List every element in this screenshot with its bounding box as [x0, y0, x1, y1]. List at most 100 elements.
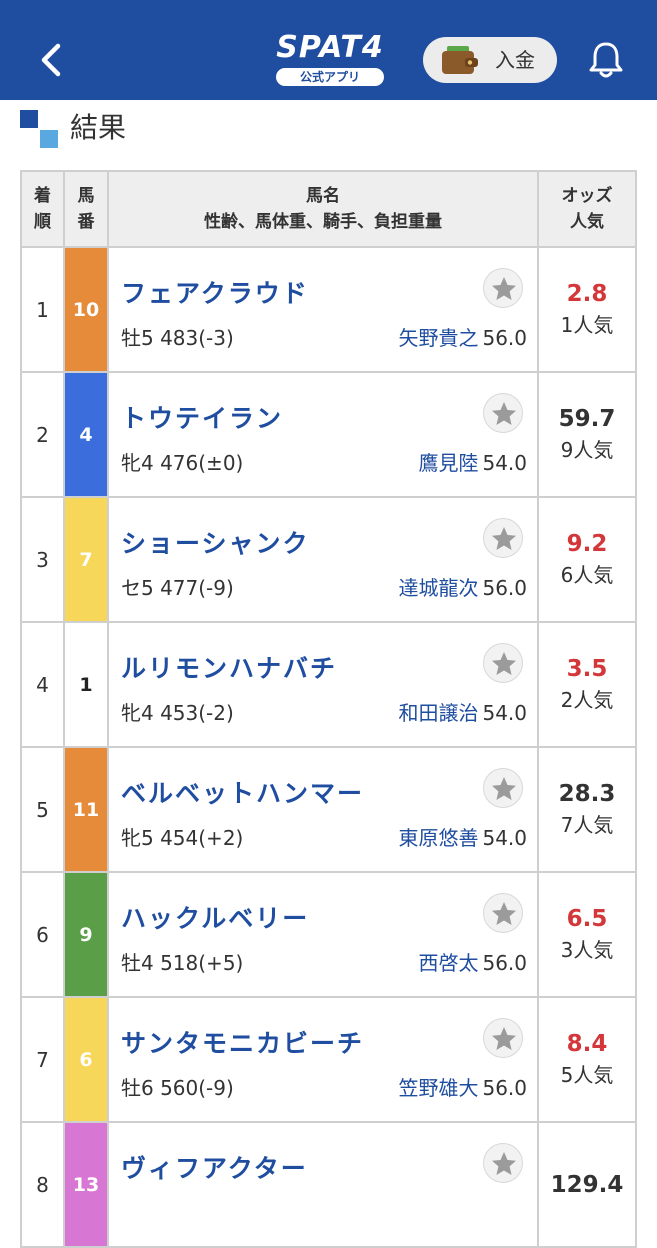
header-name-line1: 馬名	[306, 186, 340, 206]
popularity-rank: 6人気	[560, 562, 614, 587]
popularity-rank: 9人気	[560, 437, 614, 462]
win-odds: 59.7	[558, 405, 616, 432]
star-icon	[492, 652, 516, 675]
header-name: 馬名 性齢、馬体重、騎手、負担重量	[107, 170, 539, 248]
jockey-name-link[interactable]: 矢野貴之	[398, 326, 478, 350]
spat4-logo: SPAT4 公式アプリ	[272, 30, 388, 88]
star-icon	[492, 277, 516, 300]
favorite-star-button[interactable]	[483, 1143, 523, 1183]
popularity-rank: 5人気	[560, 1062, 614, 1087]
horse-info-cell: ベルベットハンマー牝5 454(+2) 東原悠善 54.0	[107, 746, 539, 873]
popularity-rank: 2人気	[560, 687, 614, 712]
header-odds-line1: オッズ	[561, 186, 613, 206]
jockey-name-link[interactable]: 和田譲治	[398, 701, 478, 725]
carried-weight: 56.0	[482, 1076, 527, 1100]
finish-position: 4	[20, 621, 65, 748]
win-odds: 9.2	[566, 530, 608, 557]
back-button[interactable]	[30, 36, 74, 84]
bell-icon	[589, 42, 623, 78]
result-rows: 1 10 フェアクラウド 牡5 483(-3) 矢野貴之 56.0 2.8 1人気 2 4 トウテイ…	[20, 246, 637, 1248]
horse-name-link[interactable]: フェアクラウド	[121, 274, 309, 310]
header-odds-line2: 人気	[570, 212, 604, 232]
odds-cell: 59.7 9人気	[537, 371, 637, 498]
popularity-rank: 1人気	[560, 312, 614, 337]
horse-number-badge: 7	[63, 496, 109, 623]
horse-name-link[interactable]: ベルベットハンマー	[121, 774, 364, 810]
horse-info-cell: ショーシャンクセ5 477(-9) 達城龍次 56.0	[107, 496, 539, 623]
horse-number-badge: 1	[63, 621, 109, 748]
star-icon	[492, 902, 516, 925]
horse-info-cell: ハックルベリー牡4 518(+5) 西啓太 56.0	[107, 871, 539, 998]
horse-info-cell: ルリモンハナバチ 牝4 453(-2) 和田譲治 54.0	[107, 621, 539, 748]
jockey-weight: 達城龍次 56.0	[398, 572, 527, 601]
table-row[interactable]: 3 7 ショーシャンク セ5 477(-9) 達城龍次 56.0 9.2 6人気	[20, 496, 637, 623]
jockey-name-link[interactable]: 西啓太	[418, 951, 478, 975]
table-row[interactable]: 7 6 サンタモニカビーチ 牡6 560(-9) 笠野雄大 56.0 8.4 5人気	[20, 996, 637, 1123]
popularity-rank: 7人気	[560, 812, 614, 837]
table-row[interactable]: 6 9 ハックルベリー 牡4 518(+5) 西啓太 56.0 6.5 3人気	[20, 871, 637, 998]
odds-cell: 6.5 3人気	[537, 871, 637, 998]
table-row[interactable]: 1 10 フェアクラウド 牡5 483(-3) 矢野貴之 56.0 2.8 1人気	[20, 246, 637, 373]
table-row[interactable]: 8 13 ヴィフアクター 129.4	[20, 1121, 637, 1248]
horse-number-badge: 13	[63, 1121, 109, 1248]
win-odds: 6.5	[566, 905, 608, 932]
jockey-weight: 西啓太 56.0	[418, 947, 527, 976]
deposit-button[interactable]: 入金	[423, 37, 557, 83]
horse-name-link[interactable]: ハックルベリー	[121, 899, 309, 935]
odds-cell: 2.8 1人気	[537, 246, 637, 373]
favorite-star-button[interactable]	[483, 768, 523, 808]
notification-button[interactable]	[584, 38, 628, 82]
carried-weight: 54.0	[482, 826, 527, 850]
favorite-star-button[interactable]	[483, 1018, 523, 1058]
jockey-weight: 笠野雄大 56.0	[398, 1072, 527, 1101]
favorite-star-button[interactable]	[483, 393, 523, 433]
header-number: 馬番	[63, 170, 109, 248]
horse-detail: 牝4 476(±0)	[121, 451, 244, 475]
table-row[interactable]: 5 11 ベルベットハンマー 牝5 454(+2) 東原悠善 54.0 28.3 7人気	[20, 746, 637, 873]
favorite-star-button[interactable]	[483, 518, 523, 558]
table-row[interactable]: 4 1 ルリモンハナバチ 牝4 453(-2) 和田譲治 54.0 3.5 2人気	[20, 621, 637, 748]
horse-number-badge: 9	[63, 871, 109, 998]
jockey-weight: 鷹見陸 54.0	[418, 447, 527, 476]
favorite-star-button[interactable]	[483, 268, 523, 308]
win-odds: 129.4	[550, 1171, 624, 1198]
star-icon	[492, 777, 516, 800]
favorite-star-button[interactable]	[483, 643, 523, 683]
jockey-name-link[interactable]: 笠野雄大	[398, 1076, 478, 1100]
jockey-name-link[interactable]: 達城龍次	[398, 576, 478, 600]
favorite-star-button[interactable]	[483, 893, 523, 933]
jockey-weight: 和田譲治 54.0	[398, 697, 527, 726]
horse-detail: 牝5 454(+2)	[121, 826, 244, 850]
odds-cell: 28.3 7人気	[537, 746, 637, 873]
horse-name-link[interactable]: トウテイラン	[121, 399, 283, 435]
horse-name-link[interactable]: ルリモンハナバチ	[121, 649, 337, 685]
horse-name-link[interactable]: サンタモニカビーチ	[121, 1024, 364, 1060]
jockey-weight: 矢野貴之 56.0	[398, 322, 527, 351]
logo-subtitle: 公式アプリ	[276, 68, 384, 86]
popularity-rank: 3人気	[560, 937, 614, 962]
odds-cell: 129.4	[537, 1121, 637, 1248]
jockey-name-link[interactable]: 鷹見陸	[418, 451, 478, 475]
horse-detail: 牡4 518(+5)	[121, 951, 244, 975]
header-rank-label: 着順	[34, 186, 51, 232]
carried-weight: 56.0	[482, 326, 527, 350]
horse-number-badge: 11	[63, 746, 109, 873]
horse-name-link[interactable]: ショーシャンク	[121, 524, 310, 560]
finish-position: 2	[20, 371, 65, 498]
horse-number-badge: 10	[63, 246, 109, 373]
horse-number-badge: 6	[63, 996, 109, 1123]
odds-cell: 3.5 2人気	[537, 621, 637, 748]
horse-name-link[interactable]: ヴィフアクター	[121, 1149, 308, 1185]
odds-cell: 8.4 5人気	[537, 996, 637, 1123]
horse-detail: 牡6 560(-9)	[121, 1076, 234, 1100]
table-row[interactable]: 2 4 トウテイラン 牝4 476(±0) 鷹見陸 54.0 59.7 9人気	[20, 371, 637, 498]
horse-detail: セ5 477(-9)	[121, 576, 234, 600]
horse-info-cell: フェアクラウド 牡5 483(-3) 矢野貴之 56.0	[107, 246, 539, 373]
finish-position: 6	[20, 871, 65, 998]
jockey-name-link[interactable]: 東原悠善	[398, 826, 478, 850]
carried-weight: 54.0	[482, 451, 527, 475]
star-icon	[492, 402, 516, 425]
jockey-weight	[523, 1197, 527, 1221]
win-odds: 2.8	[566, 280, 608, 307]
carried-weight: 54.0	[482, 701, 527, 725]
